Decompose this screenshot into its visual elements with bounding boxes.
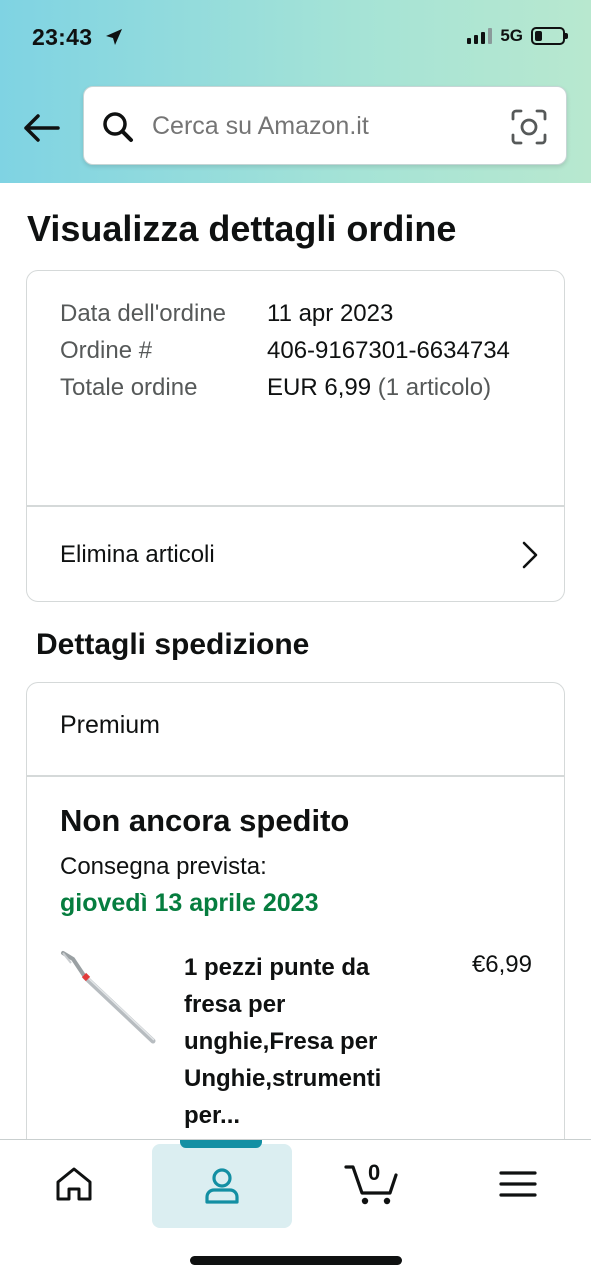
- shipping-type: Premium: [60, 711, 161, 739]
- order-info: Data dell'ordine 11 apr 2023 Ordine # 40…: [60, 295, 540, 406]
- search-input[interactable]: [152, 105, 492, 147]
- home-indicator: [190, 1256, 402, 1265]
- back-button[interactable]: [20, 108, 62, 148]
- active-tab-indicator: [180, 1140, 262, 1148]
- order-total-amount: EUR 6,99: [267, 374, 372, 401]
- nav-account[interactable]: [152, 1144, 292, 1228]
- product-image[interactable]: [57, 949, 161, 1053]
- status-indicators: 5G: [467, 26, 568, 46]
- order-total-items: (1 articolo): [377, 374, 492, 401]
- shipping-section-title: Dettagli spedizione: [36, 628, 310, 661]
- home-icon: [56, 1167, 92, 1201]
- shipping-status: Non ancora spedito: [60, 803, 350, 838]
- product-price: €6,99: [471, 951, 532, 978]
- cart-count: 0: [368, 1160, 381, 1185]
- search-bar[interactable]: [83, 86, 567, 165]
- signal-bars-icon: [467, 28, 493, 44]
- search-icon: [103, 112, 133, 142]
- expected-delivery-date: giovedì 13 aprile 2023: [60, 889, 319, 917]
- camera-icon[interactable]: [510, 108, 548, 146]
- order-total-label: Totale ordine: [60, 374, 198, 401]
- order-date-row: Data dell'ordine 11 apr 2023: [60, 295, 540, 332]
- nav-home[interactable]: [4, 1140, 144, 1228]
- order-number-value: 406-9167301-6634734: [267, 337, 510, 364]
- order-summary-card: Data dell'ordine 11 apr 2023 Ordine # 40…: [26, 270, 565, 602]
- status-time: 23:43: [32, 24, 93, 50]
- product-title[interactable]: 1 pezzi punte da fresa per unghie,Fresa …: [184, 949, 432, 1134]
- delete-items-link[interactable]: Elimina articoli: [27, 507, 564, 601]
- chevron-right-icon: [522, 541, 538, 568]
- battery-icon: [531, 27, 568, 45]
- account-icon: [205, 1168, 239, 1204]
- location-arrow-icon: [106, 29, 122, 45]
- order-date-value: 11 apr 2023: [267, 300, 394, 327]
- network-type: 5G: [500, 26, 523, 45]
- delete-items-label: Elimina articoli: [60, 540, 215, 568]
- order-number-label: Ordine #: [60, 337, 153, 364]
- order-total-value: EUR 6,99 (1 articolo): [267, 369, 540, 406]
- shipping-card: Premium Non ancora spedito Consegna prev…: [26, 682, 565, 1182]
- order-date-label: Data dell'ordine: [60, 300, 227, 327]
- menu-icon: [499, 1171, 537, 1197]
- order-number-row: Ordine # 406-9167301-6634734: [60, 332, 540, 369]
- divider: [27, 775, 564, 777]
- nav-menu[interactable]: [448, 1140, 588, 1228]
- page-title: Visualizza dettagli ordine: [27, 208, 457, 249]
- back-arrow-icon: [24, 114, 60, 142]
- nav-cart[interactable]: 0: [302, 1140, 442, 1228]
- header: 23:43 5G: [0, 0, 591, 183]
- expected-delivery-label: Consegna prevista:: [60, 853, 267, 880]
- order-total-row: Totale ordine EUR 6,99 (1 articolo): [60, 369, 540, 406]
